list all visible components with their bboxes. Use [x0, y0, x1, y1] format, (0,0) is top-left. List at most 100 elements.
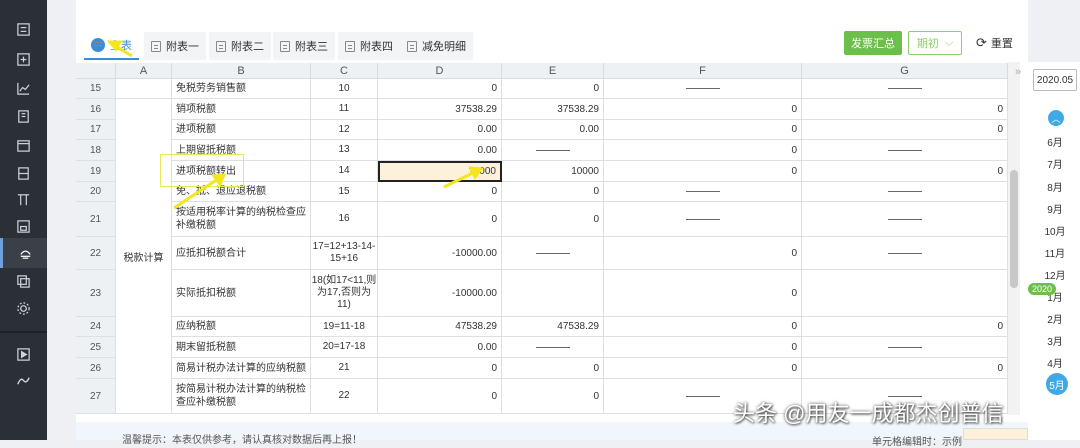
tab-annex-4[interactable]: 附表四	[338, 32, 400, 60]
disabled-cell	[502, 237, 604, 270]
row-label-cell: 实际抵扣税额	[172, 270, 311, 317]
column-header[interactable]: F	[604, 63, 802, 79]
month-option[interactable]: 4月	[1038, 355, 1072, 370]
tab-label: 附表四	[360, 41, 393, 53]
amount-cell[interactable]: 37538.29	[378, 99, 502, 120]
current-period[interactable]: 2020.05	[1033, 69, 1077, 91]
column-header[interactable]: D	[378, 63, 502, 79]
month-option[interactable]: 8月	[1038, 179, 1072, 194]
row-number[interactable]: 16	[76, 99, 116, 120]
amount-cell[interactable]: 0	[604, 161, 802, 182]
amount-cell[interactable]: 0	[604, 120, 802, 140]
scrollbar-thumb[interactable]	[1010, 170, 1018, 288]
row-number[interactable]: 24	[76, 317, 116, 337]
line-code-cell: 14	[311, 161, 378, 182]
tab-exemption-detail[interactable]: 减免明细	[400, 32, 473, 60]
line-code-cell: 17=12+13-14-15+16	[311, 237, 378, 270]
building-icon[interactable]	[0, 101, 47, 131]
amount-cell[interactable]: 47538.29	[378, 317, 502, 337]
tax-icon[interactable]	[0, 238, 47, 268]
month-option[interactable]: 6月	[1038, 134, 1072, 149]
tab-annex-2[interactable]: 附表二	[209, 32, 271, 60]
row-number[interactable]: 15	[76, 79, 116, 99]
month-option[interactable]: 10月	[1038, 223, 1072, 238]
amount-cell[interactable]: -10000.00	[378, 270, 502, 317]
amount-cell[interactable]: 0	[802, 358, 1008, 379]
amount-cell[interactable]: 0	[502, 358, 604, 379]
row-number[interactable]: 25	[76, 337, 116, 358]
amount-cell[interactable]	[802, 270, 1008, 317]
line-code-cell: 19=11-18	[311, 317, 378, 337]
calendar-icon[interactable]	[0, 130, 47, 160]
add-doc-icon[interactable]	[0, 44, 47, 74]
row-number[interactable]: 21	[76, 202, 116, 237]
scroll-up-icon[interactable]: ︿	[1048, 110, 1064, 126]
amount-cell[interactable]: 0.00	[378, 120, 502, 140]
doc-tab-icon	[216, 40, 226, 52]
amount-cell[interactable]: 0	[378, 79, 502, 99]
month-option[interactable]: 11月	[1038, 245, 1072, 260]
column-header[interactable]: E	[502, 63, 604, 79]
amount-cell[interactable]: 0	[604, 99, 802, 120]
row-number[interactable]: 20	[76, 182, 116, 202]
amount-cell[interactable]: 0	[378, 182, 502, 202]
reset-button[interactable]: ⟳ 重置	[976, 31, 1013, 55]
disabled-cell	[802, 337, 1008, 358]
selected-amount-cell[interactable]: 10000	[378, 161, 502, 182]
amount-cell[interactable]: 0.00	[502, 120, 604, 140]
amount-cell[interactable]: 0	[604, 358, 802, 379]
menu-grid-icon[interactable]	[0, 14, 47, 44]
period-dropdown[interactable]: 期初 ⌵	[908, 31, 962, 55]
amount-cell[interactable]: 0	[502, 79, 604, 99]
amount-cell[interactable]: 0	[502, 379, 604, 414]
row-number[interactable]: 18	[76, 140, 116, 161]
month-active[interactable]: 5月	[1046, 373, 1068, 395]
amount-cell[interactable]: 0	[502, 202, 604, 237]
columns-icon[interactable]	[0, 184, 47, 214]
row-number[interactable]: 22	[76, 237, 116, 270]
month-option[interactable]: 9月	[1038, 201, 1072, 216]
column-header[interactable]: G	[802, 63, 1008, 79]
amount-cell[interactable]: 0	[378, 202, 502, 237]
row-number[interactable]: 27	[76, 379, 116, 414]
amount-cell[interactable]: 0	[802, 120, 1008, 140]
amount-cell[interactable]: 0	[604, 237, 802, 270]
link-icon[interactable]	[0, 365, 47, 395]
invoice-summary-button[interactable]: 发票汇总	[844, 31, 902, 55]
amount-cell[interactable]: 0	[802, 161, 1008, 182]
amount-cell[interactable]: 10000	[502, 161, 604, 182]
row-number[interactable]: 23	[76, 270, 116, 317]
row-number[interactable]: 26	[76, 358, 116, 379]
amount-cell[interactable]: -10000.00	[378, 237, 502, 270]
tab-annex-3[interactable]: 附表三	[273, 32, 335, 60]
report-icon[interactable]	[0, 211, 47, 241]
amount-cell[interactable]: 47538.29	[502, 317, 604, 337]
amount-cell[interactable]: 0	[802, 317, 1008, 337]
month-option[interactable]: 2月	[1038, 311, 1072, 326]
disabled-cell	[604, 202, 802, 237]
amount-cell[interactable]: 0	[604, 140, 802, 161]
month-option[interactable]: 7月	[1038, 156, 1072, 171]
amount-cell[interactable]	[502, 270, 604, 317]
chart-icon[interactable]	[0, 73, 47, 103]
amount-cell[interactable]: 0.00	[378, 337, 502, 358]
amount-cell[interactable]: 0.00	[378, 140, 502, 161]
amount-cell[interactable]: 0	[378, 379, 502, 414]
collapse-chevron-icon[interactable]: »	[1015, 66, 1021, 78]
month-option[interactable]: 3月	[1038, 333, 1072, 348]
amount-cell[interactable]: 37538.29	[502, 99, 604, 120]
amount-cell[interactable]: 0	[604, 270, 802, 317]
amount-cell[interactable]: 0	[604, 337, 802, 358]
amount-cell[interactable]: 0	[378, 358, 502, 379]
settings-gear-icon[interactable]	[0, 293, 47, 323]
amount-cell[interactable]: 0	[802, 99, 1008, 120]
amount-cell[interactable]: 0	[604, 317, 802, 337]
row-label-cell: 免税劳务销售额	[172, 79, 311, 99]
column-header[interactable]: B	[172, 63, 311, 79]
month-option[interactable]: 12月	[1038, 267, 1072, 282]
copy-icon[interactable]	[0, 266, 47, 296]
amount-cell[interactable]: 0	[502, 182, 604, 202]
row-number[interactable]: 19	[76, 161, 116, 182]
column-header[interactable]: C	[311, 63, 378, 79]
row-number[interactable]: 17	[76, 120, 116, 140]
